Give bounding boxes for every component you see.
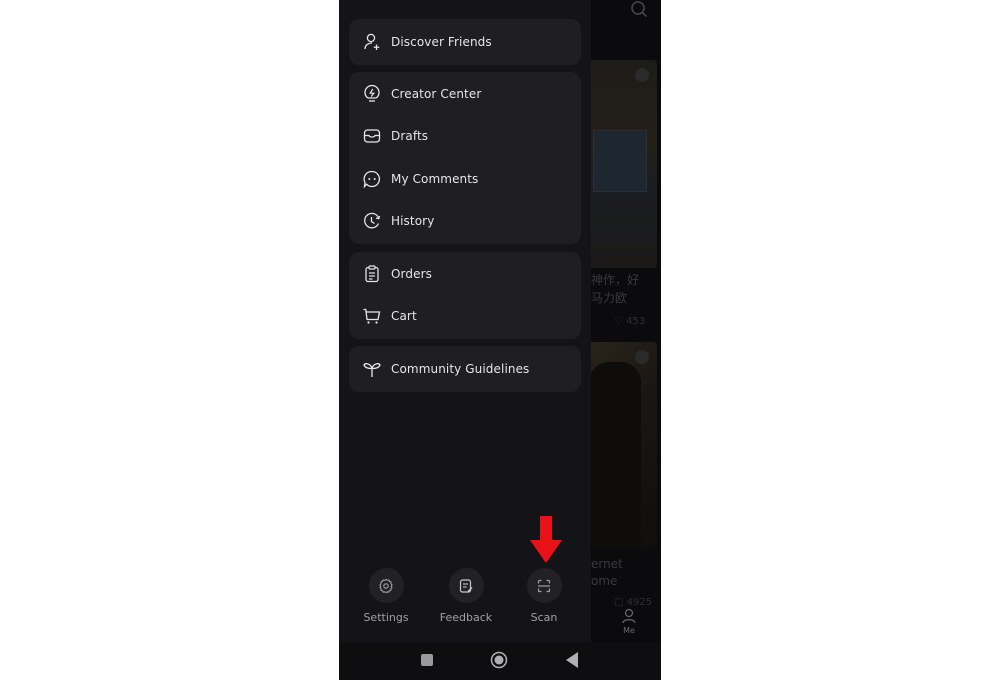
menu-item-drafts[interactable]: Drafts: [349, 115, 581, 157]
menu-item-label: Community Guidelines: [391, 362, 530, 376]
menu-item-orders[interactable]: Orders: [349, 253, 581, 295]
back-icon[interactable]: [566, 652, 578, 668]
card-caption: 神作，好: [591, 273, 640, 287]
thumbnail: [589, 362, 641, 549]
thumbnail: [593, 130, 647, 192]
menu-item-my-comments[interactable]: My Comments: [349, 158, 581, 200]
gear-icon: [379, 578, 393, 593]
menu-item-label: Orders: [391, 267, 432, 281]
card-caption: ernet: [591, 557, 623, 571]
settings-label: Settings: [363, 611, 409, 624]
phone-screen: 神作，好 马力欧 ♡ 453 ernet ome ▢ 4925 Me Disco…: [339, 0, 661, 680]
menu-item-label: My Comments: [391, 172, 479, 186]
menu-group-friends: Discover Friends: [349, 19, 581, 65]
like-count-value: 453: [626, 316, 646, 327]
menu-item-label: Drafts: [391, 129, 429, 143]
person-icon: [622, 608, 636, 624]
system-navigation-bar: [339, 642, 661, 680]
play-icon: [635, 350, 649, 364]
play-icon: [635, 68, 649, 82]
video-card: [589, 342, 657, 549]
nav-me: Me: [611, 608, 647, 635]
comment-count-value: 4925: [626, 597, 653, 608]
menu-group-creator: Creator Center Drafts My Comments Histor…: [349, 72, 581, 244]
video-card: [589, 60, 657, 268]
settings-icon-circle: [368, 568, 404, 603]
lightbulb-bolt-icon: [362, 84, 382, 104]
scan-icon-circle: [526, 568, 562, 603]
scan-label: Scan: [530, 611, 558, 624]
add-user-icon: [362, 32, 382, 52]
inbox-tray-icon: [362, 126, 382, 146]
cart-icon: [362, 306, 382, 326]
menu-item-community-guidelines[interactable]: Community Guidelines: [349, 348, 581, 390]
side-drawer: Discover Friends Creator Center Drafts M…: [339, 0, 591, 642]
menu-item-history[interactable]: History: [349, 200, 581, 242]
red-arrow-down-icon: [530, 516, 562, 563]
menu-item-label: Creator Center: [391, 87, 482, 101]
menu-group-guidelines: Community Guidelines: [349, 346, 581, 392]
settings-button[interactable]: Settings: [356, 568, 416, 624]
recent-apps-icon[interactable]: [421, 654, 433, 666]
scan-icon: [537, 579, 551, 592]
feedback-button[interactable]: Feedback: [436, 568, 496, 624]
feedback-icon-circle: [448, 568, 484, 603]
sprout-icon: [362, 359, 382, 379]
menu-group-shopping: Orders Cart: [349, 252, 581, 339]
menu-item-label: History: [391, 214, 435, 228]
comment-count: ▢ 4925: [614, 597, 653, 608]
card-caption: 马力欧: [591, 291, 628, 305]
search-icon: [631, 1, 648, 18]
feedback-label: Feedback: [439, 611, 493, 624]
menu-item-creator-center[interactable]: Creator Center: [349, 73, 581, 115]
menu-item-discover-friends[interactable]: Discover Friends: [349, 21, 581, 63]
clock-history-icon: [362, 211, 382, 231]
menu-item-label: Cart: [391, 309, 417, 323]
feedback-note-icon: [459, 578, 473, 593]
menu-item-cart[interactable]: Cart: [349, 295, 581, 337]
clipboard-icon: [362, 264, 382, 284]
home-icon[interactable]: [490, 651, 508, 669]
chat-bubble-icon: [362, 169, 382, 189]
card-caption: ome: [591, 574, 618, 588]
nav-me-label: Me: [623, 626, 635, 635]
like-count: ♡ 453: [614, 316, 646, 327]
scan-button[interactable]: Scan: [514, 568, 574, 624]
menu-item-label: Discover Friends: [391, 35, 492, 49]
